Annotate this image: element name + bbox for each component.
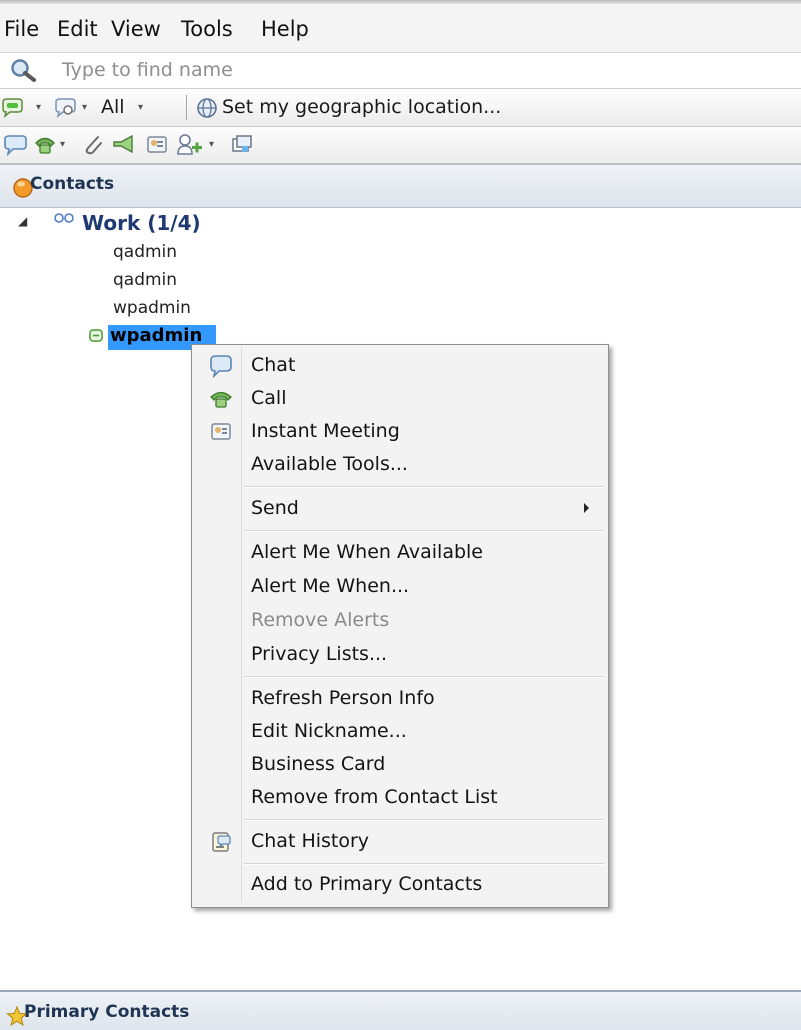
contacts-title: Contacts [30, 174, 115, 194]
menu-separator [244, 530, 604, 532]
menu-item-label: Remove from Contact List [251, 786, 498, 808]
chevron-down-icon[interactable]: ▾ [60, 139, 65, 150]
menu-item-label: Edit Nickname... [251, 720, 407, 742]
action-toolbar: ▾ ▾ [0, 127, 801, 164]
primary-contacts-title: Primary Contacts [24, 1002, 190, 1022]
menu-tools[interactable]: Tools [181, 17, 233, 41]
menu-item-label: Send [251, 497, 299, 519]
available-status-icon [89, 329, 103, 342]
menu-item-call[interactable]: Call [192, 383, 608, 415]
menu-file[interactable]: File [4, 17, 39, 41]
search-bar[interactable]: Type to find name [0, 53, 801, 89]
menu-item-privacy-lists[interactable]: Privacy Lists... [192, 639, 608, 671]
menu-item-alert-when-available[interactable]: Alert Me When Available [192, 537, 608, 569]
menu-view[interactable]: View [111, 17, 161, 41]
menu-item-label: Chat [251, 354, 296, 376]
submenu-arrow-icon [584, 503, 589, 513]
menu-item-chat[interactable]: Chat [192, 350, 608, 382]
menu-separator [244, 819, 604, 821]
search-icon [11, 59, 36, 82]
menu-item-label: Call [251, 387, 287, 409]
collapse-triangle-icon[interactable]: ◢ [18, 214, 27, 228]
menu-separator [244, 863, 604, 865]
available-status-icon[interactable] [0, 97, 30, 119]
paperclip-icon[interactable] [80, 132, 106, 158]
menu-item-label: Instant Meeting [251, 420, 400, 442]
menu-item-alert-me-when[interactable]: Alert Me When... [192, 571, 608, 603]
phone-icon [210, 391, 232, 408]
chat-icon [210, 355, 232, 378]
contacts-header[interactable]: Contacts [0, 164, 801, 208]
menu-separator [244, 486, 604, 488]
screen-share-icon[interactable] [229, 133, 255, 157]
group-icon [54, 213, 74, 223]
view-filter-icon[interactable] [53, 97, 77, 119]
menu-item-label: Available Tools... [251, 453, 408, 475]
chat-history-icon [212, 832, 231, 852]
menu-item-remove-alerts: Remove Alerts [192, 605, 608, 637]
contact-item[interactable]: qadmin [113, 242, 177, 262]
chevron-down-icon[interactable]: ▾ [82, 102, 87, 113]
menu-item-label: Business Card [251, 753, 386, 775]
menu-item-remove-from-contact-list[interactable]: Remove from Contact List [192, 782, 608, 814]
menu-item-label: Alert Me When... [251, 575, 410, 597]
menu-item-business-card[interactable]: Business Card [192, 749, 608, 781]
contact-item[interactable]: qadmin [113, 270, 177, 290]
chat-icon[interactable] [2, 134, 28, 156]
menu-item-label: Refresh Person Info [251, 687, 435, 709]
selected-contact-item[interactable]: wpadmin [110, 325, 202, 346]
group-work-label[interactable]: Work (1/4) [82, 211, 201, 235]
meeting-icon[interactable] [145, 133, 171, 157]
toolbar-divider [186, 95, 187, 120]
menu-item-label: Chat History [251, 830, 370, 852]
menu-bar: File Edit View Tools Help [0, 4, 801, 53]
menu-help[interactable]: Help [261, 17, 309, 41]
menu-item-refresh-person-info[interactable]: Refresh Person Info [192, 683, 608, 715]
add-contact-icon[interactable] [176, 132, 206, 158]
menu-separator [244, 676, 604, 678]
menu-item-available-tools[interactable]: Available Tools... [192, 449, 608, 481]
menu-item-edit-nickname[interactable]: Edit Nickname... [192, 716, 608, 748]
menu-item-send[interactable]: Send [192, 493, 608, 525]
menu-item-label: Add to Primary Contacts [251, 873, 483, 895]
phone-icon[interactable] [33, 134, 61, 156]
context-menu: Chat Call Instant Meeting Available Tool… [191, 344, 609, 908]
menu-item-add-to-primary-contacts[interactable]: Add to Primary Contacts [192, 869, 608, 901]
menu-edit[interactable]: Edit [57, 17, 98, 41]
primary-contacts-header[interactable]: Primary Contacts [0, 990, 801, 1030]
menu-item-label: Privacy Lists... [251, 643, 388, 665]
search-input[interactable]: Type to find name [62, 59, 233, 81]
menu-item-chat-history[interactable]: Chat History [192, 826, 608, 858]
announcement-icon[interactable] [110, 133, 138, 157]
status-toolbar: ▾ ▾ All ▾ Set my geographic location... [0, 89, 801, 127]
meeting-icon [211, 423, 231, 440]
filter-all-dropdown[interactable]: All [101, 96, 125, 118]
chevron-down-icon[interactable]: ▾ [209, 139, 214, 150]
menu-item-instant-meeting[interactable]: Instant Meeting [192, 416, 608, 448]
menu-item-label: Remove Alerts [251, 609, 390, 631]
chevron-down-icon[interactable]: ▾ [138, 102, 143, 113]
globe-icon[interactable] [195, 96, 219, 120]
chevron-down-icon[interactable]: ▾ [36, 102, 41, 113]
set-location-link[interactable]: Set my geographic location... [222, 96, 501, 118]
contact-item[interactable]: wpadmin [113, 298, 191, 318]
menu-item-label: Alert Me When Available [251, 541, 483, 563]
